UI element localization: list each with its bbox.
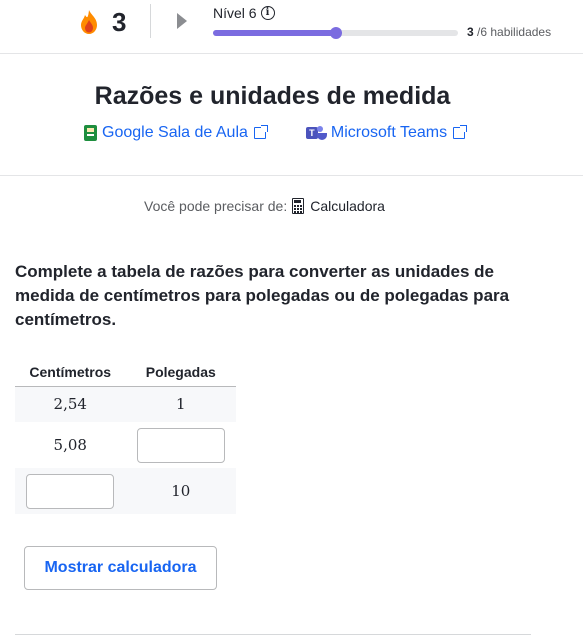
google-classroom-link[interactable]: Google Sala de Aula — [84, 124, 268, 142]
skills-total: /6 habilidades — [477, 25, 552, 39]
external-link-icon — [453, 125, 468, 139]
level-progress-bar — [213, 27, 458, 39]
google-classroom-label: Google Sala de Aula — [102, 124, 248, 141]
skills-count: 3 /6 habilidades — [467, 25, 551, 39]
microsoft-teams-icon: T — [305, 125, 328, 141]
centimeters-answer-input[interactable] — [26, 473, 115, 509]
table-row: 5,08 — [15, 422, 236, 468]
table-cell: 5,08 — [53, 436, 87, 454]
level-progress-fill — [213, 30, 336, 36]
table-header-row: Centímetros Polegadas — [15, 358, 236, 387]
table-cell-input — [126, 422, 237, 468]
table-row: 10 — [15, 468, 236, 514]
show-calculator-button[interactable]: Mostrar calculadora — [24, 546, 217, 590]
flame-icon — [78, 9, 100, 35]
tools-hint: Você pode precisar de: Calculadora — [144, 198, 385, 214]
level-indicator: Nível 6 i — [213, 5, 275, 21]
table-cell-input — [15, 468, 126, 514]
table-cell: 10 — [125, 468, 236, 514]
table-row: 2,54 1 — [15, 386, 236, 422]
column-header-centimeters: Centímetros — [15, 358, 126, 387]
table-cell: 1 — [125, 386, 236, 422]
level-label: Nível 6 — [213, 5, 257, 21]
share-links: Google Sala de Aula T Microsoft Teams — [84, 124, 468, 142]
info-icon[interactable]: i — [260, 6, 275, 20]
external-link-icon — [253, 125, 268, 139]
inches-answer-input[interactable] — [136, 427, 225, 463]
top-bar: 3 Nível 6 i 3 /6 habilidades — [0, 0, 583, 54]
column-header-inches: Polegadas — [125, 358, 236, 387]
tools-prefix: Você pode precisar de: — [144, 198, 288, 214]
ratio-table: Centímetros Polegadas 2,54 1 5,08 10 — [15, 358, 236, 514]
microsoft-teams-label: Microsoft Teams — [330, 124, 448, 141]
tools-calculator: Calculadora — [310, 198, 385, 214]
header-divider — [150, 4, 151, 38]
section-divider — [0, 175, 583, 176]
play-icon[interactable] — [177, 13, 187, 29]
page-title: Razões e unidades de medida — [94, 82, 451, 110]
level-progress-marker — [329, 27, 342, 39]
bottom-divider — [15, 634, 531, 635]
streak[interactable]: 3 — [78, 8, 126, 36]
calculator-icon — [292, 198, 305, 214]
microsoft-teams-link[interactable]: T Microsoft Teams — [305, 124, 468, 142]
table-cell: 2,54 — [15, 386, 126, 422]
google-classroom-icon — [84, 125, 97, 141]
streak-count: 3 — [112, 7, 127, 37]
question-text: Complete a tabela de razões para convert… — [15, 262, 510, 329]
skills-done: 3 — [467, 25, 474, 39]
